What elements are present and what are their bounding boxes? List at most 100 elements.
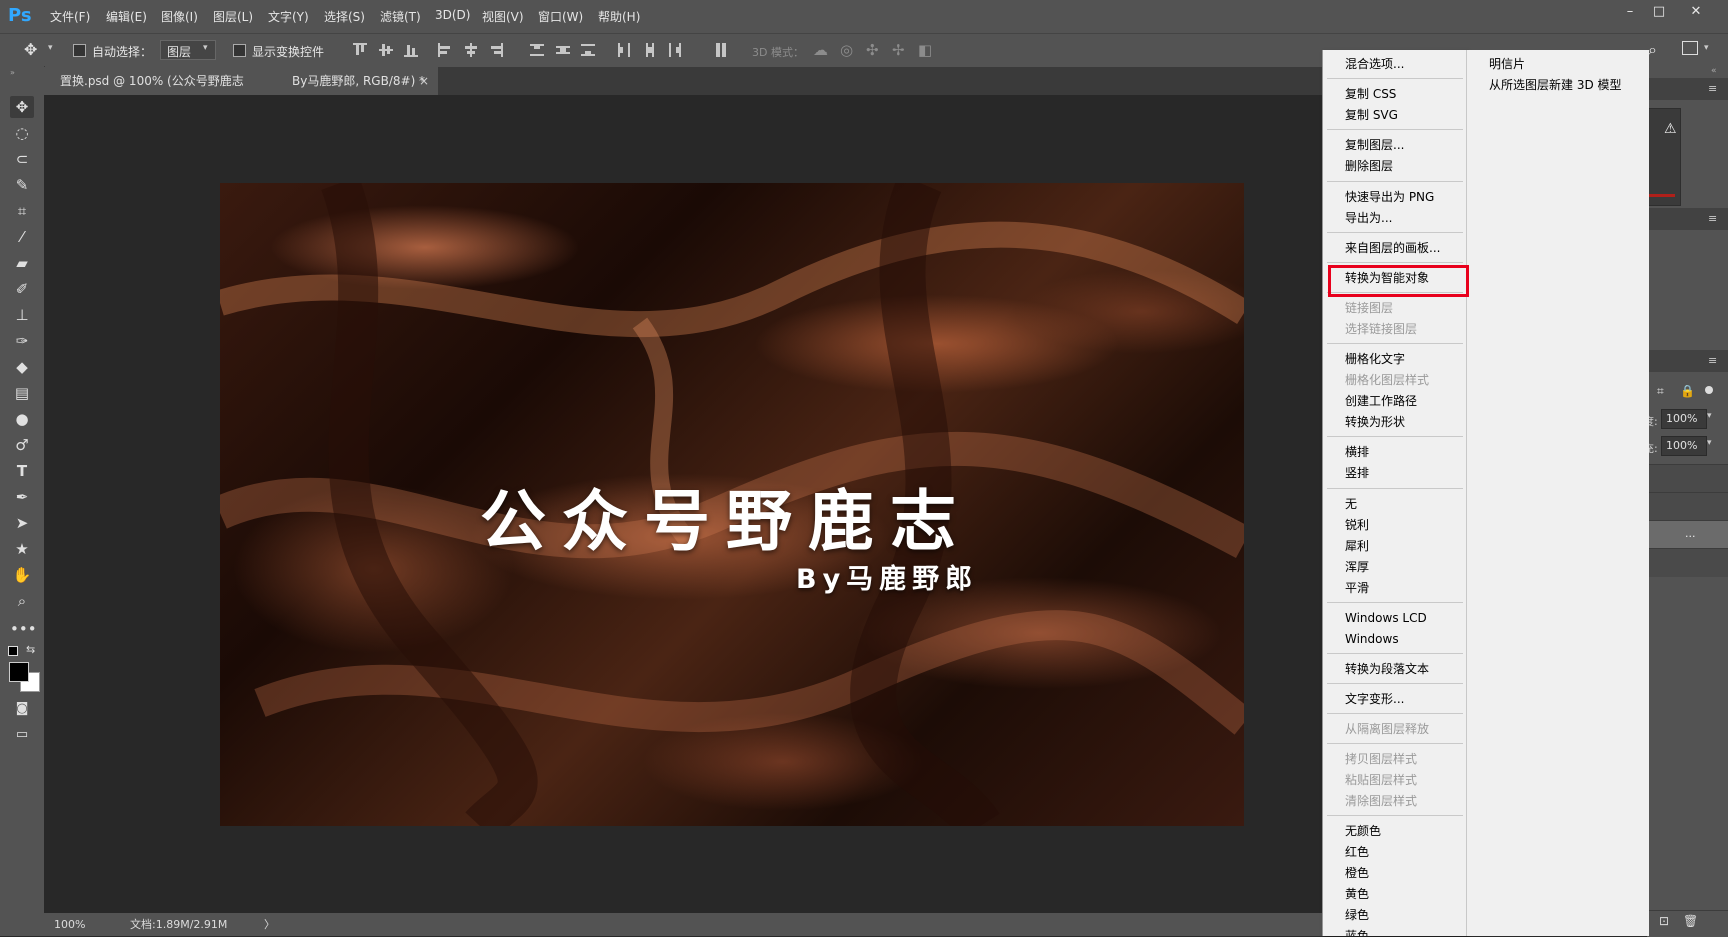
chevron-down-icon[interactable]: ▾ (1707, 411, 1712, 421)
swap-colors-icon[interactable]: ⇆ (26, 643, 35, 656)
menu-item-artboard-from-layers[interactable]: 来自图层的画板... (1345, 238, 1440, 258)
quick-select-tool-icon[interactable]: ✎ (10, 174, 34, 196)
minimize-button[interactable]: – (1617, 4, 1643, 22)
menu-item-red[interactable]: 红色 (1345, 842, 1369, 862)
menu-item-windows[interactable]: Windows (1345, 629, 1399, 649)
fill-field[interactable]: 100% (1661, 436, 1707, 456)
menu-item-export-as[interactable]: 导出为... (1345, 208, 1392, 228)
layer-row[interactable] (1647, 464, 1728, 493)
menu-select[interactable]: 选择(S) (324, 8, 365, 25)
workspace-icon[interactable] (1682, 41, 1698, 55)
lock-artboard-icon[interactable]: ⌗ (1657, 384, 1664, 399)
auto-select-dropdown[interactable]: 图层 ▾ (160, 40, 216, 60)
menu-item-aa-crisp[interactable]: 犀利 (1345, 536, 1369, 556)
chevron-down-icon[interactable]: ▾ (1707, 438, 1712, 448)
maximize-button[interactable]: □ (1646, 4, 1672, 22)
blur-tool-icon[interactable]: ● (10, 408, 34, 430)
show-transform-checkbox[interactable] (233, 44, 246, 57)
clone-stamp-tool-icon[interactable]: ⊥ (10, 304, 34, 326)
menu-item-windows-lcd[interactable]: Windows LCD (1345, 608, 1427, 628)
menu-item-postcard[interactable]: 明信片 (1489, 54, 1525, 74)
layer-more[interactable]: ... (1685, 527, 1696, 540)
distribute-vcenter-icon[interactable] (556, 43, 570, 57)
panel-menu-icon[interactable]: ≡ (1708, 212, 1717, 225)
align-top-icon[interactable] (353, 43, 367, 57)
screen-mode-icon[interactable]: ▭ (10, 724, 34, 746)
menu-item-vertical[interactable]: 竖排 (1345, 463, 1369, 483)
pan-3d-icon[interactable]: ✣ (866, 41, 879, 59)
scale-3d-icon[interactable]: ◧ (918, 41, 932, 59)
menu-item-new-3d-from-layer[interactable]: 从所选图层新建 3D 模型 (1489, 75, 1622, 95)
type-tool-icon[interactable]: T (10, 460, 34, 482)
tab-close-icon[interactable]: × (419, 67, 429, 95)
menu-item-aa-strong[interactable]: 浑厚 (1345, 557, 1369, 577)
menu-item-no-color[interactable]: 无颜色 (1345, 821, 1381, 841)
foreground-color-swatch[interactable] (9, 662, 29, 682)
menu-help[interactable]: 帮助(H) (598, 8, 640, 25)
warning-icon[interactable]: ⚠ (1664, 121, 1677, 137)
move-tool-preset-icon[interactable]: ✥ (24, 41, 44, 59)
distribute-top-icon[interactable] (530, 43, 544, 57)
menu-item-rasterize-type[interactable]: 栅格化文字 (1345, 349, 1405, 369)
move-tool-icon[interactable]: ✥ (10, 96, 34, 118)
menu-filter[interactable]: 滤镜(T) (380, 8, 421, 25)
menu-file[interactable]: 文件(F) (50, 8, 90, 25)
menu-item-aa-sharp[interactable]: 锐利 (1345, 515, 1369, 535)
pen-tool-icon[interactable]: ✒ (10, 486, 34, 508)
lock-all-icon[interactable]: 🔒 (1680, 384, 1695, 398)
menu-item-horizontal[interactable]: 横排 (1345, 442, 1369, 462)
menu-item-blending-options[interactable]: 混合选项... (1345, 54, 1404, 74)
collapse-icon[interactable]: » (10, 68, 15, 77)
menu-item-convert-to-shape[interactable]: 转换为形状 (1345, 412, 1405, 432)
panel-menu-icon[interactable]: ≡ (1708, 82, 1717, 95)
layer-row[interactable] (1647, 548, 1728, 577)
close-button[interactable]: ✕ (1683, 4, 1709, 22)
default-colors-icon[interactable] (8, 646, 18, 656)
menu-view[interactable]: 视图(V) (482, 8, 524, 25)
menu-item-aa-smooth[interactable]: 平滑 (1345, 578, 1369, 598)
menu-item-copy-css[interactable]: 复制 CSS (1345, 84, 1396, 104)
trash-icon[interactable]: 🗑 (1683, 914, 1698, 928)
distribute-bottom-icon[interactable] (581, 43, 595, 57)
menu-item-green[interactable]: 绿色 (1345, 905, 1369, 925)
crop-tool-icon[interactable]: ⌗ (10, 200, 34, 222)
menu-item-yellow[interactable]: 黄色 (1345, 884, 1369, 904)
search-icon[interactable]: ⌕ (1648, 40, 1657, 60)
menu-item-quick-export-png[interactable]: 快速导出为 PNG (1345, 187, 1434, 207)
align-right-icon[interactable] (489, 43, 503, 57)
roll-3d-icon[interactable]: ◎ (840, 41, 853, 59)
auto-select-checkbox[interactable] (73, 44, 86, 57)
slide-3d-icon[interactable]: ✢ (892, 41, 905, 59)
align-bottom-icon[interactable] (404, 43, 418, 57)
zoom-tool-icon[interactable]: ⌕ (10, 590, 34, 612)
menu-image[interactable]: 图像(I) (161, 8, 198, 25)
menu-item-create-work-path[interactable]: 创建工作路径 (1345, 391, 1417, 411)
menu-layer[interactable]: 图层(L) (213, 8, 253, 25)
new-layer-icon[interactable]: ⊡ (1659, 914, 1669, 928)
custom-shape-tool-icon[interactable]: ★ (10, 538, 34, 560)
quick-mask-icon[interactable]: ◙ (10, 698, 34, 720)
menu-item-orange[interactable]: 橙色 (1345, 863, 1369, 883)
healing-brush-tool-icon[interactable]: ▰ (10, 252, 34, 274)
menu-item-aa-none[interactable]: 无 (1345, 494, 1357, 514)
marquee-tool-icon[interactable]: ◌ (10, 122, 34, 144)
panel-menu-icon[interactable]: ≡ (1708, 354, 1717, 367)
eraser-tool-icon[interactable]: ◆ (10, 356, 34, 378)
align-left-icon[interactable] (438, 43, 452, 57)
gradient-tool-icon[interactable]: ▤ (10, 382, 34, 404)
layer-row-selected[interactable]: ... (1647, 520, 1728, 549)
brush-tool-icon[interactable]: ✐ (10, 278, 34, 300)
menu-item-duplicate-layer[interactable]: 复制图层... (1345, 135, 1404, 155)
zoom-level[interactable]: 100% (54, 913, 85, 936)
orbit-3d-icon[interactable]: ☁ (813, 41, 828, 59)
hand-tool-icon[interactable]: ✋ (10, 564, 34, 586)
eyedropper-tool-icon[interactable]: ⁄ (10, 226, 34, 248)
path-select-tool-icon[interactable]: ➤ (10, 512, 34, 534)
layer-row[interactable] (1647, 492, 1728, 521)
menu-type[interactable]: 文字(Y) (268, 8, 309, 25)
more-tools-icon[interactable]: ••• (10, 618, 37, 640)
menu-item-warp-text[interactable]: 文字变形... (1345, 689, 1404, 709)
auto-align-icon[interactable] (714, 43, 728, 57)
history-brush-tool-icon[interactable]: ✑ (10, 330, 34, 352)
status-menu-arrow[interactable]: 〉 (264, 913, 275, 936)
